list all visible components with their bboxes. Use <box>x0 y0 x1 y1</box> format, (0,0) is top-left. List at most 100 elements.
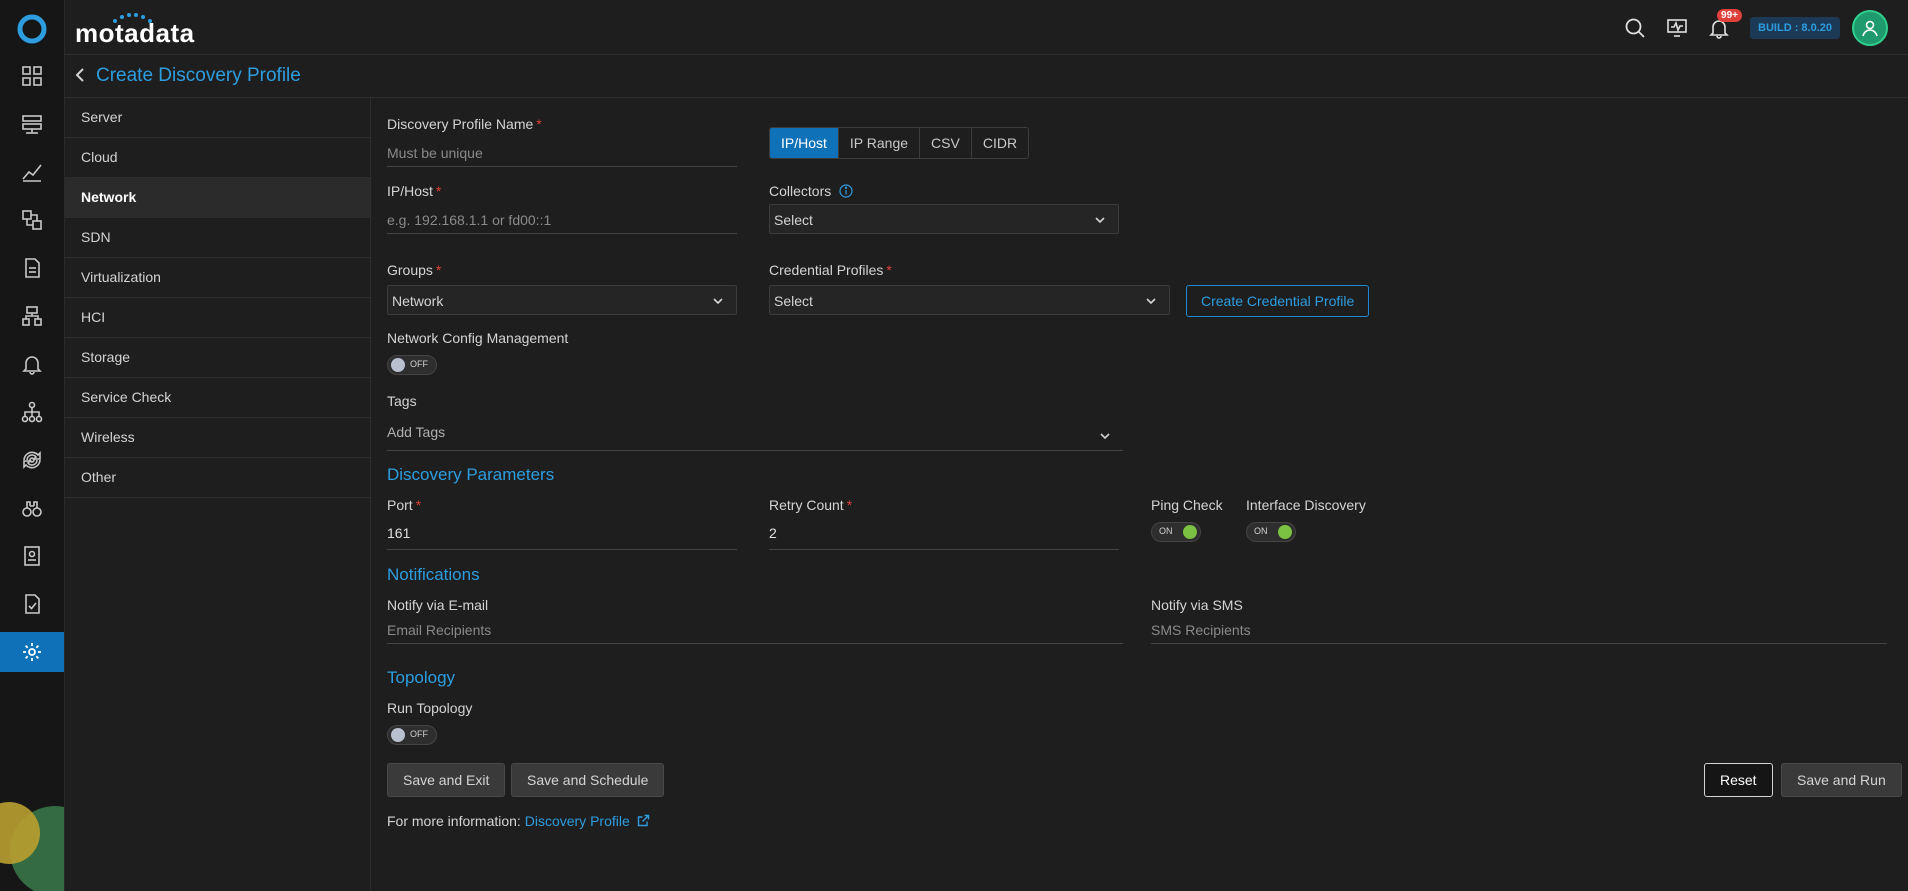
category-item-hci[interactable]: HCI <box>65 298 370 338</box>
back-arrow-icon[interactable] <box>71 65 91 85</box>
credential-profiles-select-value: Select <box>774 293 813 309</box>
category-item-network[interactable]: Network <box>65 178 370 218</box>
email-recipients-input[interactable] <box>387 617 1123 644</box>
bell-icon[interactable]: 99+ <box>1704 9 1742 43</box>
tasks-icon[interactable] <box>0 584 64 624</box>
ip-host-input[interactable] <box>387 207 737 234</box>
sms-recipients-input[interactable] <box>1151 617 1887 644</box>
brand-logo[interactable]: motadata <box>75 18 195 49</box>
category-item-service-check[interactable]: Service Check <box>65 378 370 418</box>
groups-select[interactable]: Network <box>387 285 737 315</box>
notify-email-label: Notify via E-mail <box>387 597 489 613</box>
page-title: Create Discovery Profile <box>96 65 301 86</box>
ncm-toggle[interactable]: OFF <box>387 355 437 375</box>
retry-count-value: 2 <box>769 525 777 541</box>
tab-ip-range[interactable]: IP Range <box>839 128 921 158</box>
topology-heading: Topology <box>387 668 456 687</box>
alerts-icon[interactable] <box>0 344 64 384</box>
more-info-text: For more information: Discovery Profile <box>387 813 650 829</box>
app-logo-icon[interactable] <box>17 14 47 44</box>
port-label: Port * <box>387 497 422 513</box>
toggle-state: OFF <box>410 729 428 739</box>
notifications-heading: Notifications <box>387 565 480 584</box>
toggle-knob <box>391 728 405 742</box>
run-topology-toggle[interactable]: OFF <box>387 725 437 745</box>
explorer-icon[interactable] <box>0 488 64 528</box>
reset-button[interactable]: Reset <box>1704 763 1773 797</box>
top-bar: motadata 99+ BUILD : 8.0.20 <box>65 0 1908 55</box>
audit-icon[interactable] <box>0 536 64 576</box>
category-item-cloud[interactable]: Cloud <box>65 138 370 178</box>
ncm-label: Network Config Management <box>387 330 569 346</box>
ip-host-label: IP/Host * <box>387 183 442 199</box>
sync-icon[interactable] <box>0 440 64 480</box>
toggle-knob <box>1278 525 1292 539</box>
save-and-run-button[interactable]: Save and Run <box>1781 763 1902 797</box>
toggle-state: OFF <box>410 359 428 369</box>
groups-label: Groups * <box>387 262 442 278</box>
category-nav: Server Cloud Network SDN Virtualization … <box>65 98 371 891</box>
dashboard-icon[interactable] <box>0 56 64 96</box>
build-badge: BUILD : 8.0.20 <box>1750 17 1840 39</box>
collectors-label: Collectors <box>769 183 853 199</box>
chevron-down-icon <box>1095 217 1105 224</box>
run-topology-label: Run Topology <box>387 700 473 716</box>
ip-mode-tabs: IP/Host IP Range CSV CIDR <box>769 127 1030 159</box>
interface-discovery-toggle[interactable]: ON <box>1246 522 1296 542</box>
category-item-server[interactable]: Server <box>65 98 370 138</box>
monitor-icon[interactable] <box>1662 13 1692 43</box>
notification-badge: 99+ <box>1717 9 1742 22</box>
save-and-schedule-button[interactable]: Save and Schedule <box>511 763 665 797</box>
tags-placeholder: Add Tags <box>387 424 446 440</box>
server-icon[interactable] <box>0 104 64 144</box>
category-item-wireless[interactable]: Wireless <box>65 418 370 458</box>
discovery-form: Discovery Profile Name* IP/Host IP Range… <box>371 98 1908 891</box>
ping-check-toggle[interactable]: ON <box>1151 522 1201 542</box>
metrics-icon[interactable] <box>0 152 64 192</box>
ping-check-label: Ping Check <box>1151 497 1223 513</box>
search-icon[interactable] <box>1620 13 1650 43</box>
profile-name-label: Discovery Profile Name * <box>387 116 542 132</box>
settings-icon[interactable] <box>0 632 64 672</box>
retry-count-input[interactable]: 2 <box>769 519 1119 550</box>
notify-sms-label: Notify via SMS <box>1151 597 1243 613</box>
icon-rail <box>0 0 65 891</box>
external-link-icon[interactable] <box>637 814 650 827</box>
groups-select-value: Network <box>392 293 444 309</box>
profile-name-input[interactable] <box>387 140 737 167</box>
network-icon[interactable] <box>0 392 64 432</box>
save-and-exit-button[interactable]: Save and Exit <box>387 763 506 797</box>
credential-profiles-label: Credential Profiles * <box>769 262 892 278</box>
chevron-down-icon <box>713 298 723 305</box>
tab-csv[interactable]: CSV <box>920 128 972 158</box>
info-icon[interactable] <box>839 184 853 198</box>
chevron-down-icon <box>1100 433 1110 440</box>
collectors-select[interactable]: Select <box>769 204 1119 234</box>
topology-icon[interactable] <box>0 296 64 336</box>
toggle-state: ON <box>1254 526 1268 536</box>
avatar[interactable] <box>1852 10 1888 46</box>
credential-profiles-select[interactable]: Select <box>769 285 1170 315</box>
toggle-knob <box>1183 525 1197 539</box>
report-icon[interactable] <box>0 248 64 288</box>
collectors-select-value: Select <box>774 212 813 228</box>
tab-ip-host[interactable]: IP/Host <box>770 128 839 158</box>
tags-input[interactable]: Add Tags <box>387 418 1123 451</box>
category-item-sdn[interactable]: SDN <box>65 218 370 258</box>
discovery-parameters-heading: Discovery Parameters <box>387 465 555 484</box>
tab-cidr[interactable]: CIDR <box>972 128 1028 158</box>
port-value: 161 <box>387 525 411 541</box>
toggle-state: ON <box>1159 526 1173 536</box>
flow-icon[interactable] <box>0 200 64 240</box>
category-item-virtualization[interactable]: Virtualization <box>65 258 370 298</box>
category-item-storage[interactable]: Storage <box>65 338 370 378</box>
retry-count-label: Retry Count * <box>769 497 853 513</box>
port-input[interactable]: 161 <box>387 519 737 550</box>
chevron-down-icon <box>1146 298 1156 305</box>
tags-label: Tags <box>387 393 417 409</box>
discovery-profile-link[interactable]: Discovery Profile <box>525 813 630 829</box>
category-item-other[interactable]: Other <box>65 458 370 498</box>
toggle-knob <box>391 358 405 372</box>
page-header: Create Discovery Profile <box>65 55 1908 98</box>
create-credential-profile-button[interactable]: Create Credential Profile <box>1186 285 1370 317</box>
